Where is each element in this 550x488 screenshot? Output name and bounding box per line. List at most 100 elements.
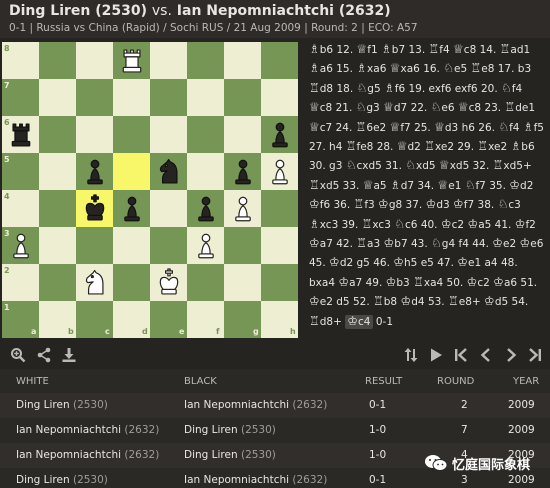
column-header-black[interactable]: BLACK	[184, 376, 217, 387]
square-b6[interactable]	[39, 116, 76, 153]
square-e7[interactable]	[150, 79, 187, 116]
move-san[interactable]: d5	[336, 296, 349, 308]
move-san[interactable]: ♕c8	[309, 100, 332, 114]
move-san[interactable]: ♗a6	[309, 61, 333, 75]
move-san[interactable]: ♔d5	[484, 294, 508, 308]
move-san[interactable]: ♘f4	[501, 81, 522, 95]
black-rook-a6[interactable]	[2, 116, 39, 153]
square-c3[interactable]	[76, 227, 113, 264]
black-knight-e5[interactable]	[150, 153, 187, 190]
square-f7[interactable]	[187, 79, 224, 116]
move-san[interactable]: ♔a7	[338, 275, 362, 289]
move-san[interactable]: ♔a7	[309, 236, 333, 250]
square-d2[interactable]	[113, 264, 150, 301]
move-san[interactable]: ♖xe2	[477, 139, 507, 153]
square-h2[interactable]	[261, 264, 298, 301]
flip-icon[interactable]	[402, 346, 420, 364]
move-san[interactable]: ♕a5	[363, 178, 387, 192]
square-c7[interactable]	[76, 79, 113, 116]
square-e3[interactable]	[150, 227, 187, 264]
move-san[interactable]: ♖xd5+	[493, 158, 532, 172]
move-san[interactable]: ♗b6	[309, 42, 333, 56]
square-d6[interactable]	[113, 116, 150, 153]
white-pawn-g4[interactable]	[224, 190, 261, 227]
move-san[interactable]: ♗f6	[384, 81, 405, 95]
square-g3[interactable]	[224, 227, 261, 264]
move-san[interactable]: ♖f3	[354, 197, 375, 211]
square-b5[interactable]	[39, 153, 76, 190]
move-san[interactable]: ♖xe2	[424, 139, 454, 153]
move-san[interactable]: ♔h5	[393, 255, 417, 269]
move-san[interactable]: ♕xa6	[390, 61, 420, 75]
move-san[interactable]: ♘f7	[465, 178, 486, 192]
square-b3[interactable]	[39, 227, 76, 264]
move-san[interactable]: ♔a6	[493, 275, 517, 289]
black-pawn-f4[interactable]	[187, 190, 224, 227]
search-plus-icon[interactable]	[9, 346, 27, 364]
move-san[interactable]: ♖e8	[470, 61, 494, 75]
white-king-e2[interactable]	[150, 264, 187, 301]
move-san[interactable]: ♕c7	[309, 120, 332, 134]
move-san[interactable]: ♔b7	[384, 236, 408, 250]
square-f8[interactable]	[187, 42, 224, 79]
move-san[interactable]: g5	[357, 257, 370, 269]
move-san[interactable]: ♘c6	[394, 217, 417, 231]
square-d3[interactable]	[113, 227, 150, 264]
move-san[interactable]: ♖xc3	[362, 217, 391, 231]
move-san[interactable]: ♖ad1	[500, 42, 531, 56]
move-san[interactable]: bxa4	[309, 277, 335, 289]
white-pawn-f3[interactable]	[187, 227, 224, 264]
move-san[interactable]: ♖a3	[356, 236, 380, 250]
chess-board[interactable]: 87654321abcdefgh	[0, 40, 301, 341]
move-san[interactable]: ♖e8+	[448, 294, 481, 308]
move-san[interactable]: ♘xd5	[405, 158, 435, 172]
move-san[interactable]: ♔d2	[329, 255, 353, 269]
white-pawn-a3[interactable]	[2, 227, 39, 264]
move-san[interactable]: ♔d2	[509, 178, 533, 192]
move-san[interactable]: ♔e6	[520, 236, 544, 250]
move-san[interactable]: ♕xd5	[439, 158, 469, 172]
move-san[interactable]: ♗xa6	[356, 61, 386, 75]
move-san[interactable]: ♘g3	[356, 100, 380, 114]
move-san[interactable]: ♕d7	[383, 100, 407, 114]
move-san[interactable]: ♖de1	[504, 100, 535, 114]
move-san[interactable]: b3	[518, 63, 531, 75]
square-d5[interactable]	[113, 153, 150, 190]
column-header-white[interactable]: WHITE	[16, 376, 49, 387]
move-san[interactable]: ♗d7	[390, 178, 414, 192]
move-san[interactable]: ♗xc3	[309, 217, 338, 231]
move-san[interactable]: ♔c2	[441, 217, 464, 231]
black-pawn-g5[interactable]	[224, 153, 261, 190]
black-pawn-c5[interactable]	[76, 153, 113, 190]
move-san[interactable]: ♔f6	[309, 197, 330, 211]
move-san[interactable]: ♔e1	[457, 255, 481, 269]
move-san[interactable]: e5	[421, 257, 434, 269]
last-move-icon[interactable]	[526, 346, 544, 364]
move-san[interactable]: ♘e6	[431, 100, 455, 114]
white-knight-c2[interactable]	[76, 264, 113, 301]
black-pawn-h6[interactable]	[261, 116, 298, 153]
move-san[interactable]: ♔d4	[400, 294, 424, 308]
square-e6[interactable]	[150, 116, 187, 153]
move-san[interactable]: ♔f2	[515, 217, 536, 231]
square-f6[interactable]	[187, 116, 224, 153]
move-san[interactable]: ♖6e2	[356, 120, 387, 134]
move-san[interactable]: ♔b3	[386, 275, 410, 289]
move-san[interactable]: ♖xa4	[413, 275, 443, 289]
move-san[interactable]: ♘g5	[357, 81, 381, 95]
square-g8[interactable]	[224, 42, 261, 79]
play-icon[interactable]	[427, 346, 445, 364]
move-san[interactable]: ♘cxd5	[346, 158, 382, 172]
move-san[interactable]: ♔a5	[467, 217, 491, 231]
square-c8[interactable]	[76, 42, 113, 79]
square-b7[interactable]	[39, 79, 76, 116]
column-header-year[interactable]: YEAR	[513, 376, 539, 387]
white-pawn-h5[interactable]	[261, 153, 298, 190]
square-h4[interactable]	[261, 190, 298, 227]
move-san[interactable]: g3	[329, 160, 342, 172]
square-b4[interactable]	[39, 190, 76, 227]
move-san[interactable]: ♕e1	[437, 178, 461, 192]
move-san[interactable]: ♕d2	[397, 139, 421, 153]
move-san[interactable]: ♕c8	[458, 100, 481, 114]
white-player-name[interactable]: Ding Liren (2530)	[9, 3, 147, 19]
